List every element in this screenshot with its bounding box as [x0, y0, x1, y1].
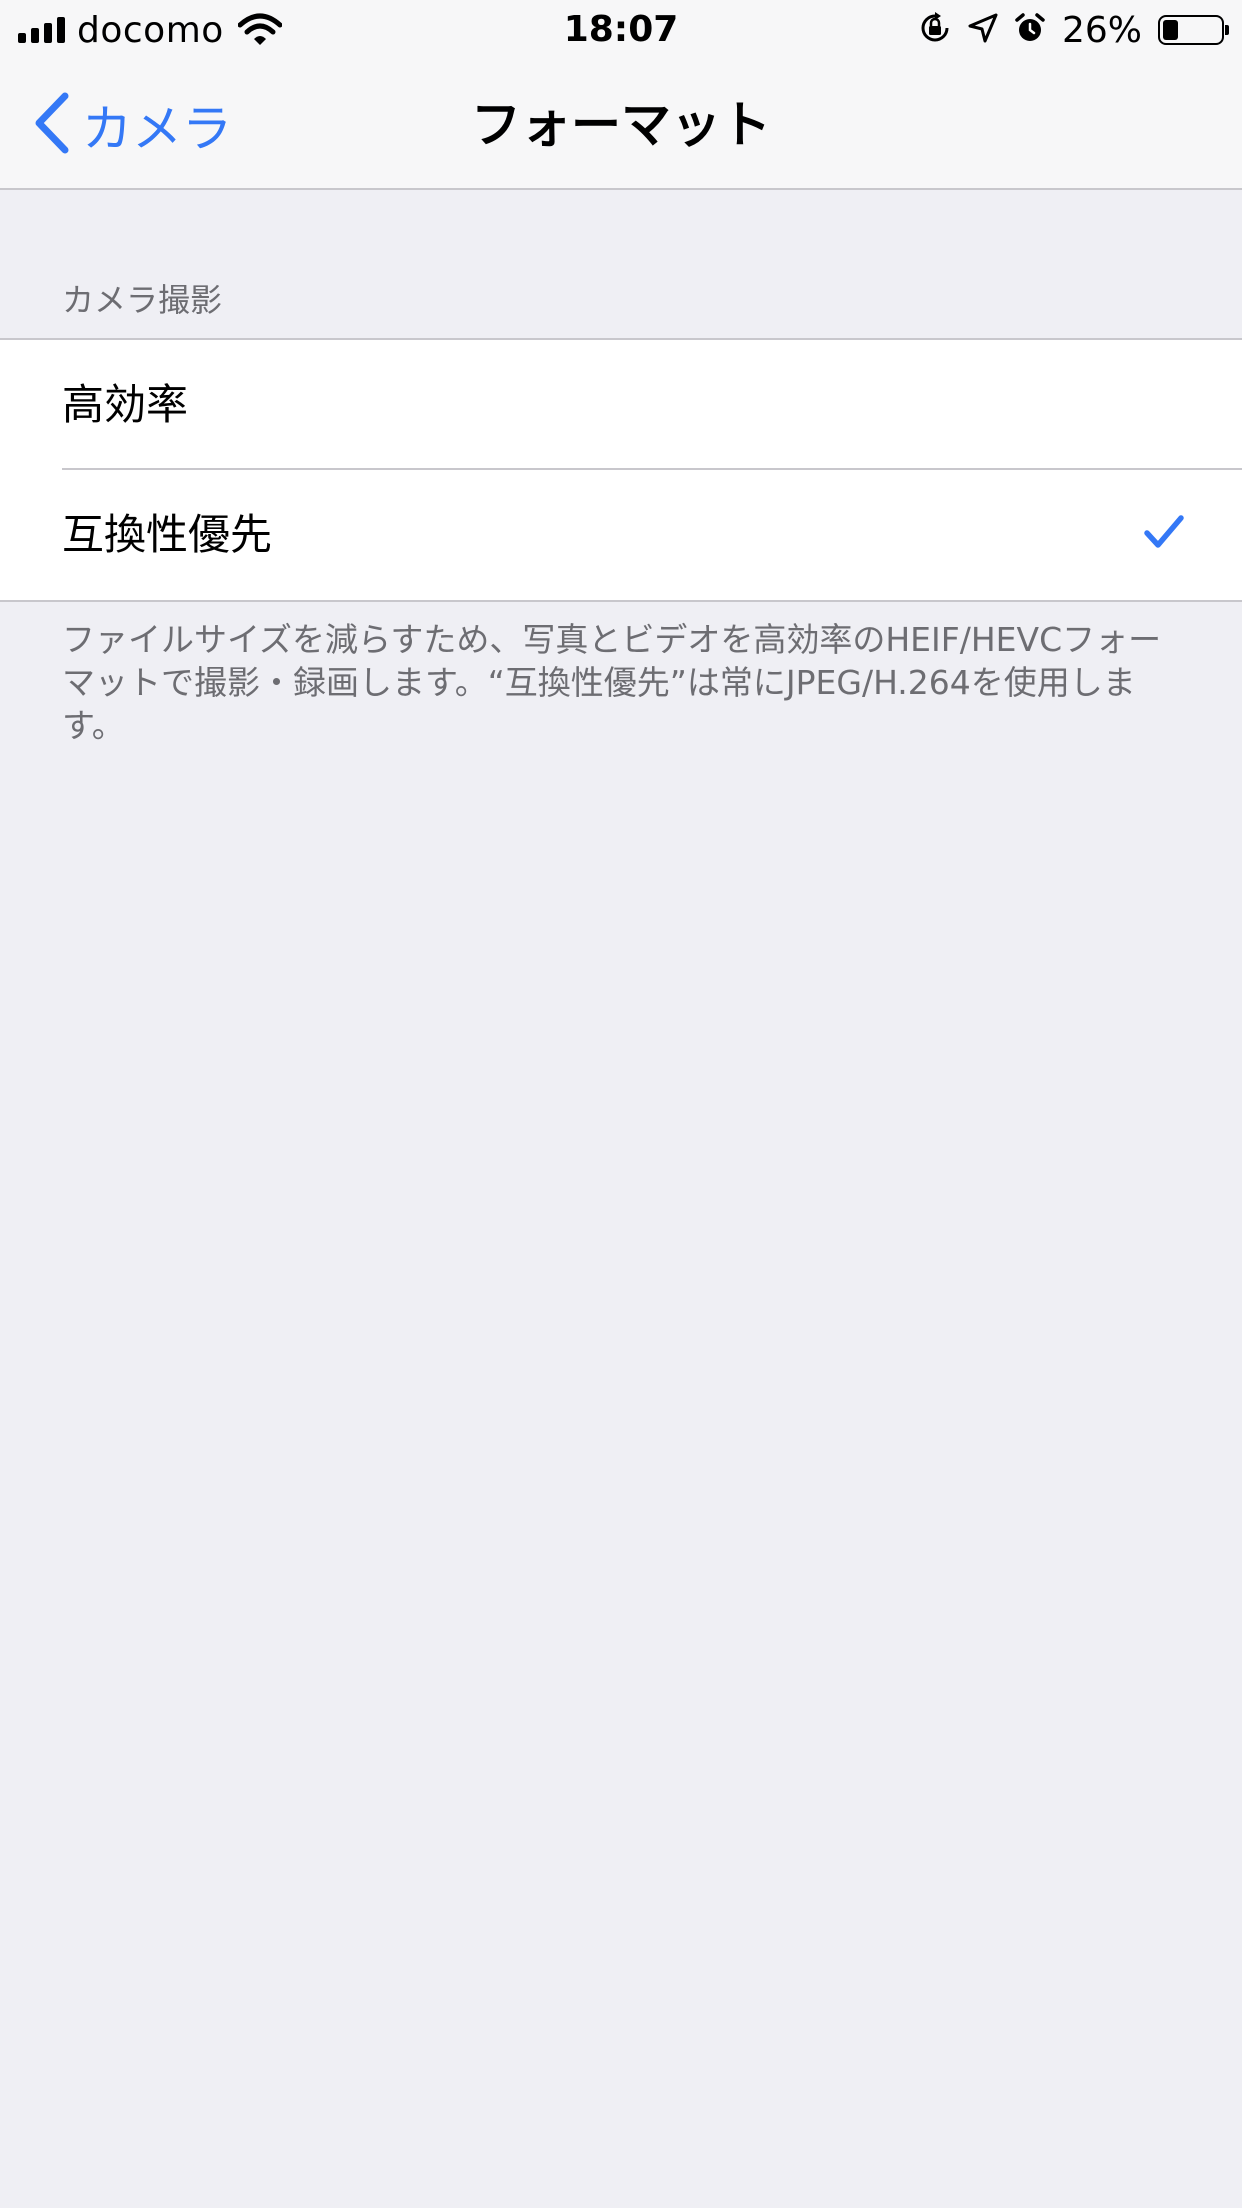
status-right: 26%	[918, 0, 1229, 60]
format-options: 高効率 互換性優先	[0, 338, 1242, 602]
section-footer: ファイルサイズを減らすため、写真とビデオを高効率のHEIF/HEVCフォーマット…	[62, 620, 1162, 745]
location-icon	[968, 13, 998, 47]
battery-fill	[1163, 20, 1178, 40]
option-label: 互換性優先	[62, 510, 273, 559]
navigation-bar: カメラ フォーマット	[0, 60, 1242, 190]
status-bar: docomo 18:07 26%	[0, 0, 1242, 60]
battery-percent: 26%	[1061, 9, 1142, 51]
alarm-icon	[1014, 12, 1046, 48]
checkmark-icon	[1144, 514, 1184, 554]
option-most-compatible[interactable]: 互換性優先	[0, 470, 1242, 600]
option-high-efficiency[interactable]: 高効率	[0, 340, 1242, 470]
page-title: フォーマット	[471, 96, 771, 154]
option-label: 高効率	[62, 380, 189, 429]
orientation-lock-icon	[918, 11, 952, 49]
section-header: カメラ撮影	[62, 281, 223, 319]
battery-icon	[1158, 15, 1229, 45]
